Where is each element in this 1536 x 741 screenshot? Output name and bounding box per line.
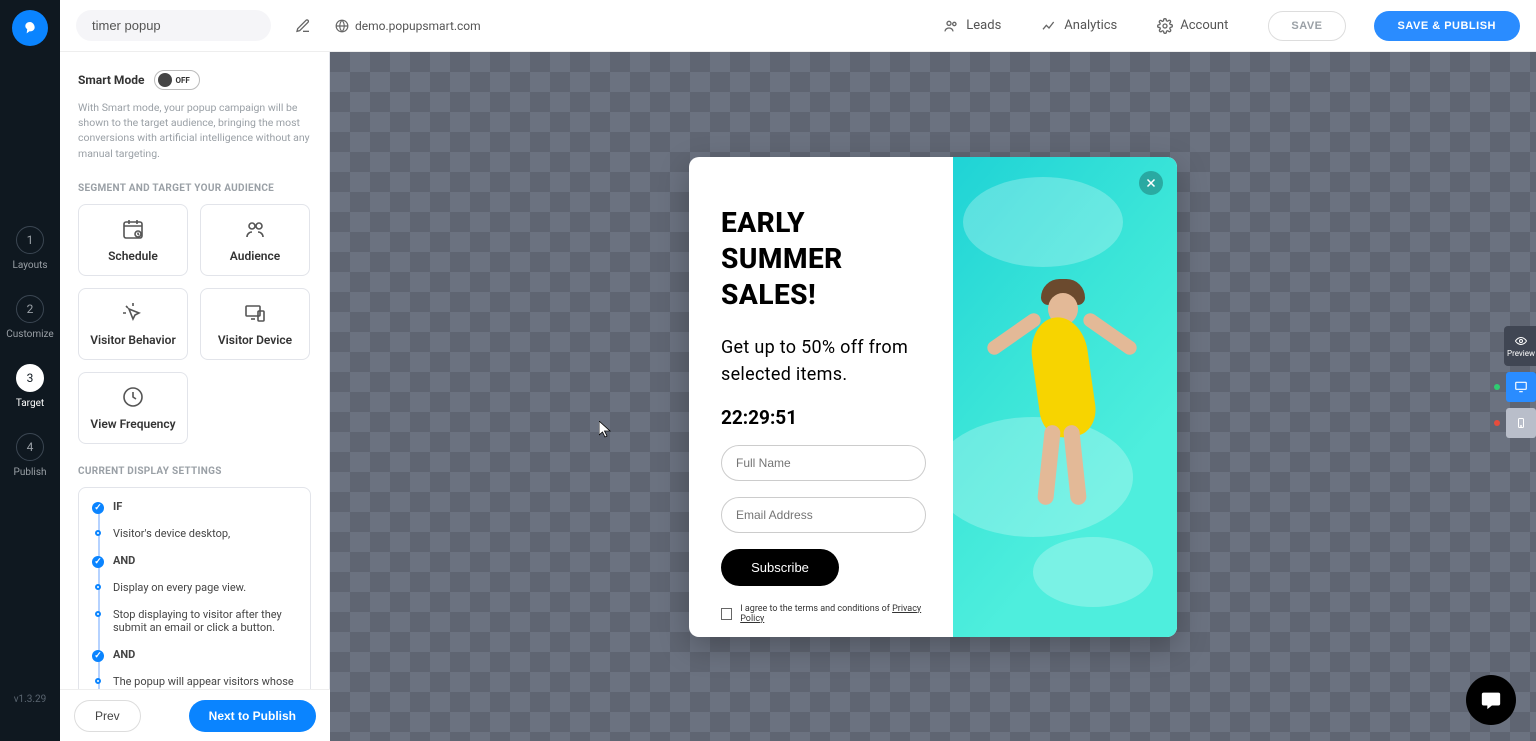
- prev-button[interactable]: Prev: [74, 700, 141, 732]
- chat-fab[interactable]: [1466, 675, 1516, 725]
- app-logo[interactable]: [12, 10, 48, 46]
- mouse-cursor: [599, 421, 611, 439]
- panel-footer: Prev Next to Publish: [60, 689, 330, 741]
- popup-heading: EARLY SUMMER SALES!: [721, 205, 931, 314]
- leads-icon: [943, 18, 959, 34]
- subscribe-button[interactable]: Subscribe: [721, 549, 839, 586]
- device-mobile-tab[interactable]: [1506, 408, 1536, 438]
- step-customize[interactable]: 2Customize: [6, 295, 53, 340]
- audience-icon: [242, 217, 268, 241]
- next-button[interactable]: Next to Publish: [189, 700, 316, 732]
- mobile-icon: [1515, 415, 1527, 431]
- smart-mode-hint: With Smart mode, your popup campaign wil…: [78, 100, 311, 161]
- smart-mode-toggle[interactable]: OFF: [154, 70, 200, 90]
- device-desktop-tab[interactable]: [1506, 372, 1536, 402]
- gear-icon: [1157, 18, 1173, 34]
- save-button[interactable]: SAVE: [1268, 11, 1345, 41]
- popup-subheading: Get up to 50% off from selected items.: [721, 334, 931, 388]
- popup-preview: EARLY SUMMER SALES! Get up to 50% off fr…: [689, 157, 1177, 637]
- nav-leads[interactable]: Leads: [943, 18, 1001, 34]
- version-label: v1.3.29: [14, 694, 47, 705]
- popup-timer: 22:29:51: [721, 406, 931, 429]
- devices-icon: [242, 301, 268, 325]
- domain-label: demo.popupsmart.com: [335, 19, 481, 33]
- clock-icon: [120, 385, 146, 409]
- smart-mode-label: Smart Mode: [78, 73, 144, 87]
- nav-account[interactable]: Account: [1157, 18, 1228, 34]
- nav-analytics[interactable]: Analytics: [1041, 18, 1117, 34]
- save-publish-button[interactable]: SAVE & PUBLISH: [1374, 11, 1520, 41]
- edit-campaign-icon[interactable]: [289, 12, 317, 40]
- calendar-icon: [120, 217, 146, 241]
- globe-icon: [335, 19, 349, 33]
- card-visitor-behavior[interactable]: Visitor Behavior: [78, 288, 188, 360]
- card-visitor-device[interactable]: Visitor Device: [200, 288, 310, 360]
- step-layouts[interactable]: 1Layouts: [12, 226, 47, 271]
- current-settings-title: CURRENT DISPLAY SETTINGS: [78, 466, 311, 477]
- preview-toggle[interactable]: Preview: [1504, 326, 1536, 366]
- step-target[interactable]: 3Target: [16, 364, 44, 409]
- consent-row: I agree to the terms and conditions of P…: [721, 604, 931, 624]
- preview-canvas[interactable]: EARLY SUMMER SALES! Get up to 50% off fr…: [330, 52, 1536, 741]
- consent-checkbox[interactable]: [721, 608, 732, 620]
- analytics-icon: [1041, 18, 1057, 34]
- desktop-icon: [1513, 380, 1529, 394]
- close-icon[interactable]: [1139, 171, 1163, 195]
- step-publish[interactable]: 4Publish: [14, 433, 47, 478]
- canvas-right-tabs: Preview: [1506, 326, 1536, 438]
- card-schedule[interactable]: Schedule: [78, 204, 188, 276]
- name-field[interactable]: [721, 445, 926, 481]
- campaign-name-input[interactable]: [76, 10, 271, 41]
- chat-icon: [1480, 689, 1502, 711]
- segment-title: SEGMENT AND TARGET YOUR AUDIENCE: [78, 183, 311, 194]
- email-field[interactable]: [721, 497, 926, 533]
- target-panel: Smart Mode OFF With Smart mode, your pop…: [60, 52, 330, 741]
- cursor-click-icon: [120, 301, 146, 325]
- card-view-frequency[interactable]: View Frequency: [78, 372, 188, 444]
- left-rail: 1Layouts 2Customize 3Target 4Publish v1.…: [0, 0, 60, 741]
- eye-icon: [1513, 335, 1529, 347]
- card-audience[interactable]: Audience: [200, 204, 310, 276]
- topbar: demo.popupsmart.com Leads Analytics Acco…: [60, 0, 1536, 52]
- popup-image: [953, 157, 1177, 637]
